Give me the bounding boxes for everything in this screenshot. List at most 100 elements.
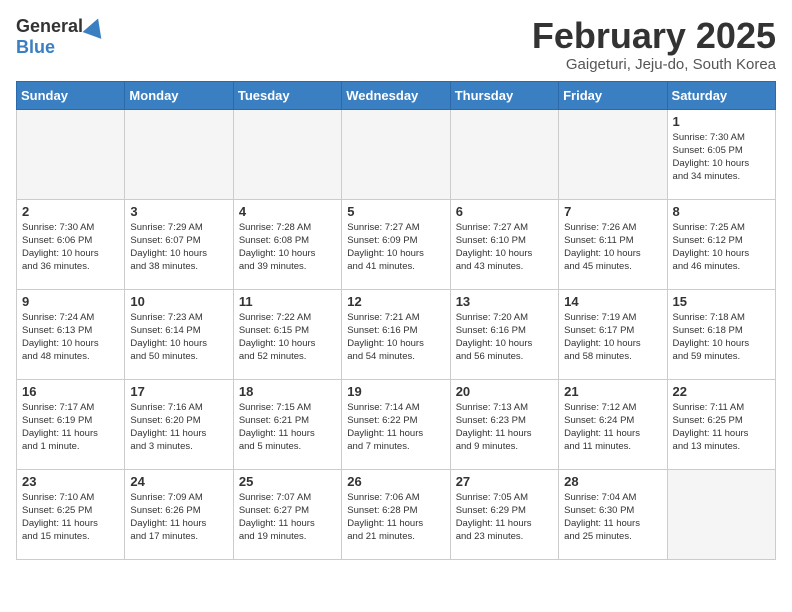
calendar-day-header: Friday: [559, 81, 667, 109]
calendar-day-cell: 7Sunrise: 7:26 AM Sunset: 6:11 PM Daylig…: [559, 199, 667, 289]
calendar-day-cell: 22 Sunrise: 7:11 AM Sunset: 6:25 PM Dayli…: [667, 379, 775, 469]
month-title: February 2025: [532, 16, 776, 56]
calendar-day-header: Monday: [125, 81, 233, 109]
day-number: 22: [673, 384, 770, 399]
day-number: 19: [347, 384, 444, 399]
calendar-day-cell: 20Sunrise: 7:13 AM Sunset: 6:23 PM Dayli…: [450, 379, 558, 469]
calendar-day-cell: 11 Sunrise: 7:22 AM Sunset: 6:15 PM Dayli…: [233, 289, 341, 379]
day-number: 15: [673, 294, 770, 309]
day-info: Sunrise: 7:11 AM Sunset: 6:25 PM Dayligh…: [673, 401, 770, 454]
title-section: February 2025 Gaigeturi, Jeju-do, South …: [532, 16, 776, 73]
day-number: 20: [456, 384, 553, 399]
day-info: Sunrise: 7:17 AM Sunset: 6:19 PM Dayligh…: [22, 401, 119, 454]
calendar-week-row: 9Sunrise: 7:24 AM Sunset: 6:13 PM Daylig…: [17, 289, 776, 379]
day-info: Sunrise: 7:30 AM Sunset: 6:06 PM Dayligh…: [22, 221, 119, 274]
logo-blue-text: Blue: [16, 37, 55, 58]
day-info: Sunrise: 7:27 AM Sunset: 6:09 PM Dayligh…: [347, 221, 444, 274]
day-number: 1: [673, 114, 770, 129]
day-number: 28: [564, 474, 661, 489]
day-number: 24: [130, 474, 227, 489]
calendar-day-cell: 9Sunrise: 7:24 AM Sunset: 6:13 PM Daylig…: [17, 289, 125, 379]
day-number: 25: [239, 474, 336, 489]
calendar-day-cell: [125, 109, 233, 199]
day-info: Sunrise: 7:20 AM Sunset: 6:16 PM Dayligh…: [456, 311, 553, 364]
calendar-day-cell: 13 Sunrise: 7:20 AM Sunset: 6:16 PM Dayli…: [450, 289, 558, 379]
day-info: Sunrise: 7:23 AM Sunset: 6:14 PM Dayligh…: [130, 311, 227, 364]
calendar-day-cell: 17Sunrise: 7:16 AM Sunset: 6:20 PM Dayli…: [125, 379, 233, 469]
calendar-week-row: 1 Sunrise: 7:30 AM Sunset: 6:05 PM Daylig…: [17, 109, 776, 199]
day-info: Sunrise: 7:06 AM Sunset: 6:28 PM Dayligh…: [347, 491, 444, 544]
calendar-day-cell: 14Sunrise: 7:19 AM Sunset: 6:17 PM Dayli…: [559, 289, 667, 379]
day-info: Sunrise: 7:26 AM Sunset: 6:11 PM Dayligh…: [564, 221, 661, 274]
day-number: 11: [239, 294, 336, 309]
day-number: 13: [456, 294, 553, 309]
day-info: Sunrise: 7:04 AM Sunset: 6:30 PM Dayligh…: [564, 491, 661, 544]
day-number: 3: [130, 204, 227, 219]
calendar-day-cell: 6 Sunrise: 7:27 AM Sunset: 6:10 PM Daylig…: [450, 199, 558, 289]
day-info: Sunrise: 7:05 AM Sunset: 6:29 PM Dayligh…: [456, 491, 553, 544]
day-number: 6: [456, 204, 553, 219]
calendar-day-cell: 3 Sunrise: 7:29 AM Sunset: 6:07 PM Daylig…: [125, 199, 233, 289]
day-number: 23: [22, 474, 119, 489]
calendar-day-cell: [667, 469, 775, 559]
day-info: Sunrise: 7:21 AM Sunset: 6:16 PM Dayligh…: [347, 311, 444, 364]
calendar-day-cell: 23 Sunrise: 7:10 AM Sunset: 6:25 PM Dayli…: [17, 469, 125, 559]
day-number: 26: [347, 474, 444, 489]
day-number: 10: [130, 294, 227, 309]
calendar-day-header: Tuesday: [233, 81, 341, 109]
day-number: 14: [564, 294, 661, 309]
day-number: 21: [564, 384, 661, 399]
calendar-day-header: Thursday: [450, 81, 558, 109]
day-number: 12: [347, 294, 444, 309]
calendar-day-cell: [450, 109, 558, 199]
calendar-day-cell: [559, 109, 667, 199]
calendar-day-cell: 28 Sunrise: 7:04 AM Sunset: 6:30 PM Dayli…: [559, 469, 667, 559]
day-number: 5: [347, 204, 444, 219]
calendar-day-header: Sunday: [17, 81, 125, 109]
calendar-day-cell: 1 Sunrise: 7:30 AM Sunset: 6:05 PM Daylig…: [667, 109, 775, 199]
logo: General Blue: [16, 16, 105, 58]
day-number: 8: [673, 204, 770, 219]
calendar-day-cell: 2 Sunrise: 7:30 AM Sunset: 6:06 PM Daylig…: [17, 199, 125, 289]
calendar-table: SundayMondayTuesdayWednesdayThursdayFrid…: [16, 81, 776, 560]
day-info: Sunrise: 7:29 AM Sunset: 6:07 PM Dayligh…: [130, 221, 227, 274]
day-info: Sunrise: 7:28 AM Sunset: 6:08 PM Dayligh…: [239, 221, 336, 274]
calendar-day-cell: 15 Sunrise: 7:18 AM Sunset: 6:18 PM Dayli…: [667, 289, 775, 379]
calendar-week-row: 16 Sunrise: 7:17 AM Sunset: 6:19 PM Dayli…: [17, 379, 776, 469]
calendar-day-header: Saturday: [667, 81, 775, 109]
calendar-week-row: 2 Sunrise: 7:30 AM Sunset: 6:06 PM Daylig…: [17, 199, 776, 289]
day-number: 18: [239, 384, 336, 399]
calendar-day-cell: [233, 109, 341, 199]
calendar-day-cell: 27 Sunrise: 7:05 AM Sunset: 6:29 PM Dayli…: [450, 469, 558, 559]
calendar-day-cell: 12 Sunrise: 7:21 AM Sunset: 6:16 PM Dayli…: [342, 289, 450, 379]
logo-triangle-icon: [83, 15, 108, 39]
day-number: 2: [22, 204, 119, 219]
day-info: Sunrise: 7:27 AM Sunset: 6:10 PM Dayligh…: [456, 221, 553, 274]
day-info: Sunrise: 7:10 AM Sunset: 6:25 PM Dayligh…: [22, 491, 119, 544]
calendar-day-cell: 24 Sunrise: 7:09 AM Sunset: 6:26 PM Dayli…: [125, 469, 233, 559]
calendar-day-cell: [17, 109, 125, 199]
day-info: Sunrise: 7:22 AM Sunset: 6:15 PM Dayligh…: [239, 311, 336, 364]
day-info: Sunrise: 7:24 AM Sunset: 6:13 PM Dayligh…: [22, 311, 119, 364]
day-info: Sunrise: 7:18 AM Sunset: 6:18 PM Dayligh…: [673, 311, 770, 364]
day-info: Sunrise: 7:09 AM Sunset: 6:26 PM Dayligh…: [130, 491, 227, 544]
calendar-day-cell: 8Sunrise: 7:25 AM Sunset: 6:12 PM Daylig…: [667, 199, 775, 289]
calendar-day-cell: 25 Sunrise: 7:07 AM Sunset: 6:27 PM Dayli…: [233, 469, 341, 559]
day-info: Sunrise: 7:07 AM Sunset: 6:27 PM Dayligh…: [239, 491, 336, 544]
calendar-day-cell: 10 Sunrise: 7:23 AM Sunset: 6:14 PM Dayli…: [125, 289, 233, 379]
calendar-day-cell: [342, 109, 450, 199]
day-info: Sunrise: 7:16 AM Sunset: 6:20 PM Dayligh…: [130, 401, 227, 454]
calendar-day-cell: 4Sunrise: 7:28 AM Sunset: 6:08 PM Daylig…: [233, 199, 341, 289]
day-info: Sunrise: 7:15 AM Sunset: 6:21 PM Dayligh…: [239, 401, 336, 454]
day-info: Sunrise: 7:12 AM Sunset: 6:24 PM Dayligh…: [564, 401, 661, 454]
day-number: 27: [456, 474, 553, 489]
calendar-day-cell: 26 Sunrise: 7:06 AM Sunset: 6:28 PM Dayli…: [342, 469, 450, 559]
calendar-day-cell: 16 Sunrise: 7:17 AM Sunset: 6:19 PM Dayli…: [17, 379, 125, 469]
calendar-day-cell: 18 Sunrise: 7:15 AM Sunset: 6:21 PM Dayli…: [233, 379, 341, 469]
logo-general-text: General: [16, 16, 83, 37]
page-header: General Blue February 2025 Gaigeturi, Je…: [16, 16, 776, 73]
day-number: 16: [22, 384, 119, 399]
day-info: Sunrise: 7:30 AM Sunset: 6:05 PM Dayligh…: [673, 131, 770, 184]
calendar-day-cell: 19 Sunrise: 7:14 AM Sunset: 6:22 PM Dayli…: [342, 379, 450, 469]
day-info: Sunrise: 7:14 AM Sunset: 6:22 PM Dayligh…: [347, 401, 444, 454]
